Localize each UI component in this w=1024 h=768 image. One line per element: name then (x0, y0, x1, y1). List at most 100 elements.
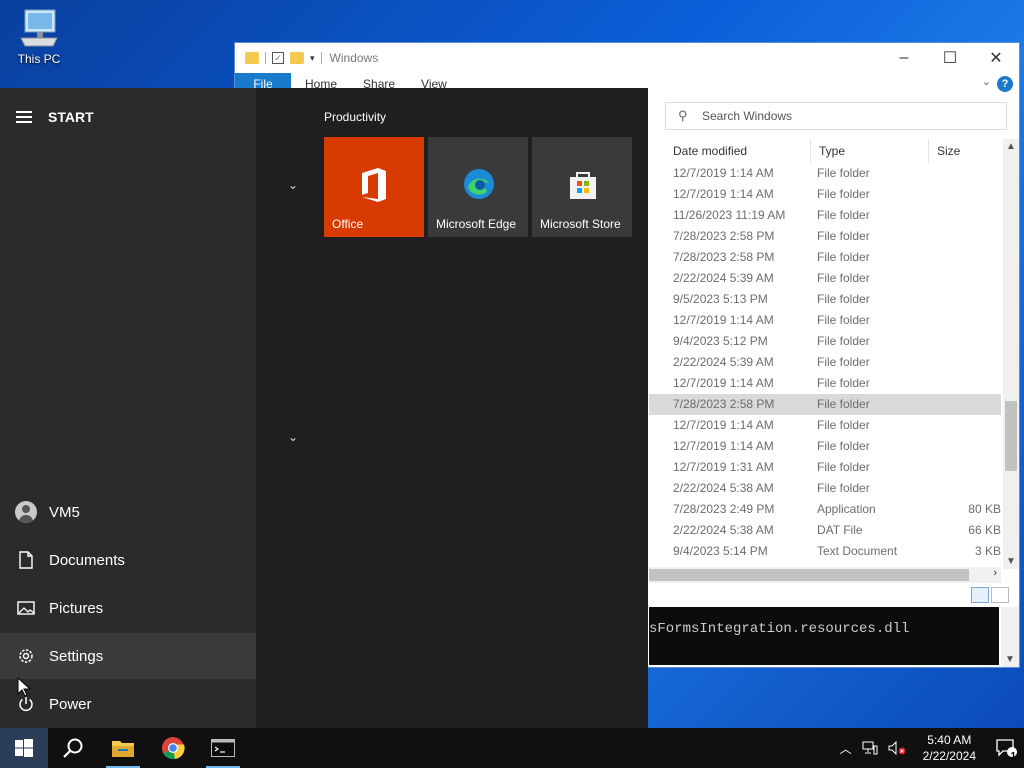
cell-type: File folder (817, 208, 870, 222)
table-row[interactable]: 2/22/2024 5:38 AM DAT File 66 KB (649, 520, 1001, 541)
scroll-down-icon[interactable]: ▼ (1006, 556, 1016, 567)
sidebar-item-power[interactable]: Power (0, 681, 256, 727)
column-type[interactable]: Type (811, 139, 929, 163)
taskbar-file-explorer[interactable] (98, 728, 148, 768)
clock[interactable]: 5:40 AM 2/22/2024 (923, 732, 976, 764)
folder-icon[interactable] (245, 52, 259, 64)
horizontal-scrollbar[interactable]: › (649, 567, 1001, 583)
column-size[interactable]: Size (929, 139, 1001, 163)
power-icon (19, 697, 33, 712)
help-icon[interactable]: ? (997, 76, 1013, 92)
console-scrollbar[interactable]: ▼ (1001, 607, 1019, 667)
new-folder-icon[interactable] (290, 52, 304, 64)
cell-date: 7/28/2023 2:58 PM (673, 250, 775, 264)
scroll-down-icon[interactable]: ▼ (1005, 654, 1015, 665)
table-row[interactable]: 12/7/2019 1:14 AM File folder (649, 415, 1001, 436)
table-row[interactable]: 9/4/2023 5:12 PM File folder (649, 331, 1001, 352)
expand-ribbon-icon[interactable]: ⌄ (982, 75, 991, 88)
table-row[interactable]: 12/7/2019 1:14 AM File folder (649, 373, 1001, 394)
large-icons-view-icon[interactable] (991, 587, 1009, 603)
cell-date: 11/26/2023 11:19 AM (673, 208, 786, 222)
taskbar-search-button[interactable] (48, 728, 98, 768)
table-row[interactable]: 12/7/2019 1:31 AM File folder (649, 457, 1001, 478)
search-icon (63, 738, 83, 758)
table-row[interactable]: 12/7/2019 1:14 AM File folder (649, 310, 1001, 331)
office-icon (362, 168, 386, 202)
cell-type: DAT File (817, 523, 863, 537)
sidebar-item-user[interactable]: VM5 (0, 489, 256, 535)
table-row[interactable]: 2/22/2024 5:38 AM File folder (649, 478, 1001, 499)
desktop-icon-this-pc[interactable]: This PC (12, 8, 66, 66)
table-row[interactable]: 2/22/2024 5:39 AM File folder (649, 352, 1001, 373)
notification-count: 1 (1010, 751, 1016, 762)
start-menu: START VM5 Documents Pictures Settings Po… (0, 88, 648, 728)
taskbar-chrome[interactable] (148, 728, 198, 768)
tile-microsoft-edge[interactable]: Microsoft Edge (428, 137, 528, 237)
sidebar-item-label: Pictures (49, 599, 104, 617)
network-icon[interactable] (862, 741, 878, 755)
chevron-down-icon[interactable]: ⌄ (288, 178, 298, 192)
minimize-button[interactable]: – (881, 43, 927, 73)
show-hidden-icons-icon[interactable]: ︿ (840, 740, 852, 757)
table-row[interactable]: 12/7/2019 1:14 AM File folder (649, 163, 1001, 184)
tile-microsoft-store[interactable]: Microsoft Store (532, 137, 632, 237)
column-date-modified[interactable]: Date modified (665, 139, 811, 163)
taskbar-terminal[interactable] (198, 728, 248, 768)
cell-type: File folder (817, 292, 870, 306)
cell-date: 12/7/2019 1:14 AM (673, 439, 774, 453)
windows-logo-icon (15, 739, 33, 757)
cell-type: File folder (817, 460, 870, 474)
sidebar-item-settings[interactable]: Settings (0, 633, 256, 679)
scrollbar-thumb[interactable] (649, 569, 969, 581)
table-row[interactable]: 7/28/2023 2:58 PM File folder (649, 394, 1001, 415)
properties-icon[interactable]: ✓ (272, 52, 284, 64)
tile-group-title[interactable]: Productivity (324, 110, 386, 124)
customize-toolbar-icon[interactable]: ▾ (310, 53, 315, 64)
table-row[interactable]: 9/4/2023 5:14 PM Text Document 3 KB (649, 541, 1001, 562)
close-button[interactable]: ✕ (973, 43, 1019, 73)
start-header[interactable]: START (16, 108, 94, 126)
table-row[interactable]: 7/28/2023 2:58 PM File folder (649, 247, 1001, 268)
console-output: sFormsIntegration.resources.dll (649, 607, 999, 665)
cell-date: 12/7/2019 1:14 AM (673, 418, 774, 432)
maximize-button[interactable]: ☐ (927, 43, 973, 73)
start-title: START (48, 109, 94, 125)
vertical-scrollbar[interactable]: ▲ ▼ (1003, 139, 1019, 569)
sidebar-item-pictures[interactable]: Pictures (0, 585, 256, 631)
table-row[interactable]: 11/26/2023 11:19 AM File folder (649, 205, 1001, 226)
table-row[interactable]: 2/22/2024 5:39 AM File folder (649, 268, 1001, 289)
pictures-icon (17, 601, 35, 615)
chevron-down-icon[interactable]: ⌄ (288, 430, 298, 444)
cell-type: File folder (817, 271, 870, 285)
cell-type: Text Document (817, 544, 898, 558)
table-row[interactable]: 9/5/2023 5:13 PM File folder (649, 289, 1001, 310)
cell-date: 12/7/2019 1:14 AM (673, 376, 774, 390)
start-button[interactable] (0, 728, 48, 768)
details-view-icon[interactable] (971, 587, 989, 603)
cell-type: File folder (817, 313, 870, 327)
start-menu-sidebar: START VM5 Documents Pictures Settings Po… (0, 88, 256, 728)
cell-date: 2/22/2024 5:39 AM (673, 355, 774, 369)
cell-type: File folder (817, 334, 870, 348)
scroll-up-icon[interactable]: ▲ (1006, 141, 1016, 152)
tile-office[interactable]: Office (324, 137, 424, 237)
clock-date: 2/22/2024 (922, 749, 976, 763)
cell-type: File folder (817, 187, 870, 201)
cell-date: 12/7/2019 1:14 AM (673, 166, 774, 180)
cell-date: 9/5/2023 5:13 PM (673, 292, 768, 306)
table-row[interactable]: 12/7/2019 1:14 AM File folder (649, 436, 1001, 457)
scroll-right-icon[interactable]: › (993, 567, 997, 579)
cell-date: 7/28/2023 2:58 PM (673, 229, 775, 243)
cell-date: 2/22/2024 5:39 AM (673, 271, 774, 285)
table-row[interactable]: 7/28/2023 2:58 PM File folder (649, 226, 1001, 247)
search-input[interactable]: ⚲ Search Windows (665, 102, 1007, 130)
table-row[interactable]: 7/28/2023 2:49 PM Application 80 KB (649, 499, 1001, 520)
scrollbar-thumb[interactable] (1005, 401, 1017, 471)
action-center-button[interactable]: 1 (988, 728, 1024, 768)
hamburger-icon[interactable] (16, 108, 32, 126)
clock-time: 5:40 AM (927, 733, 972, 747)
table-row[interactable]: 12/7/2019 1:14 AM File folder (649, 184, 1001, 205)
sidebar-item-documents[interactable]: Documents (0, 537, 256, 583)
cell-type: File folder (817, 229, 870, 243)
volume-muted-icon[interactable] (888, 741, 906, 755)
